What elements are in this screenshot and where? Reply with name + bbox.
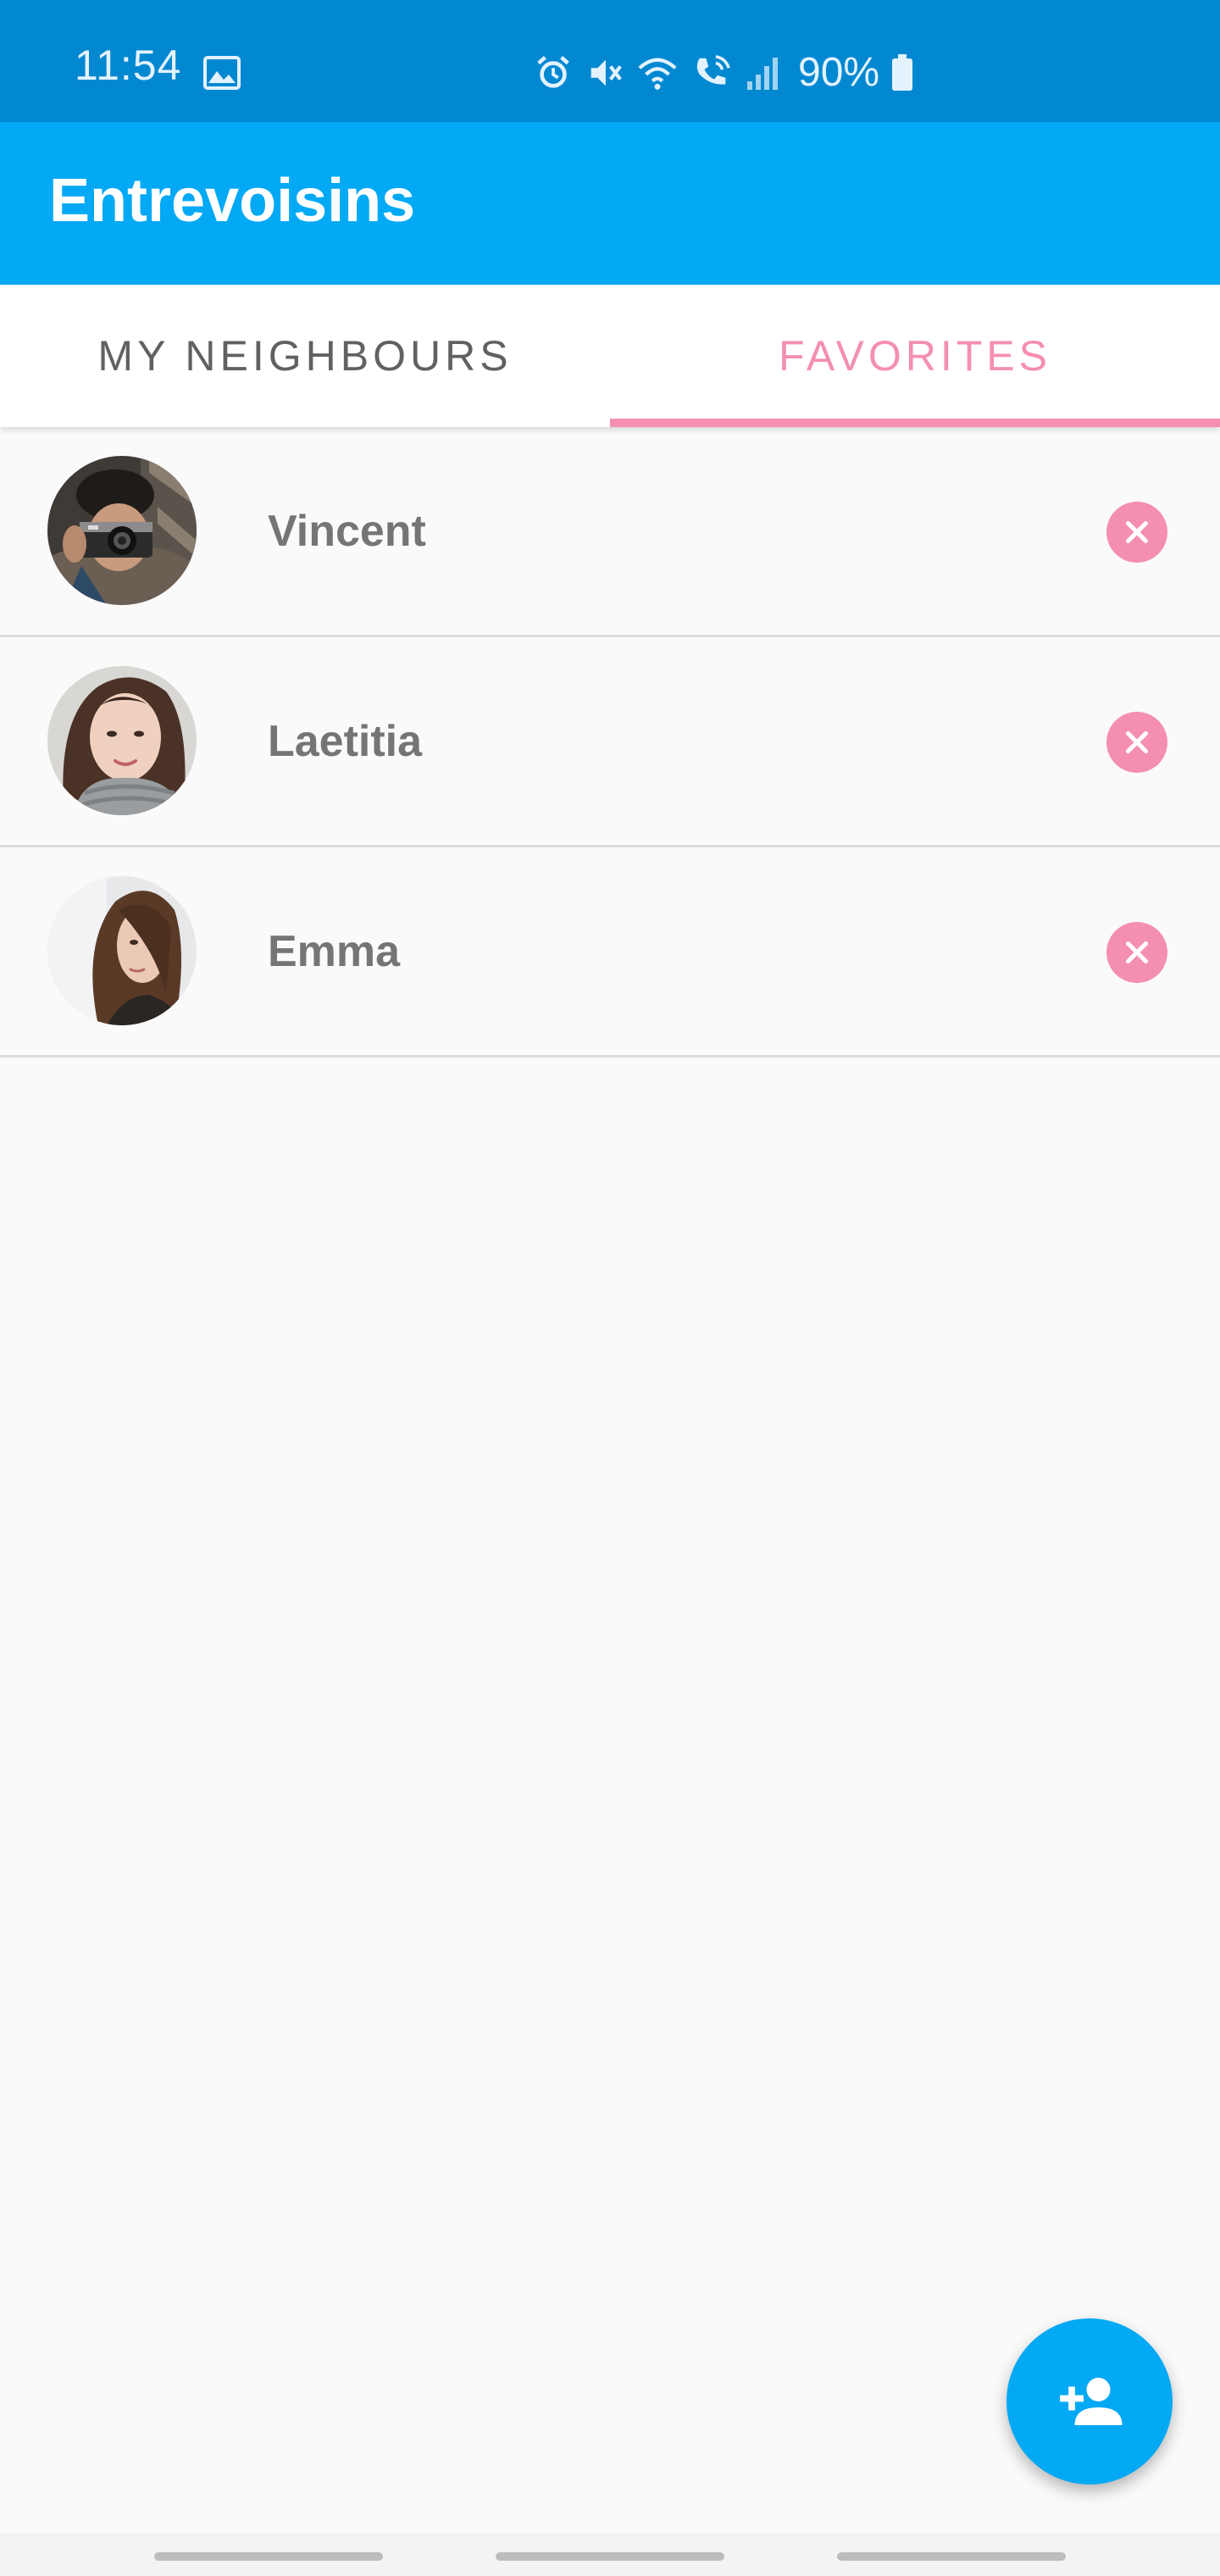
remove-favorite-button[interactable] [1106, 502, 1167, 563]
add-person-icon [1060, 2378, 1123, 2425]
remove-favorite-button[interactable] [1106, 712, 1167, 773]
tab-bar: MY NEIGHBOURS FAVORITES [0, 285, 1220, 427]
signal-icon [746, 54, 783, 92]
avatar-laetitia [47, 666, 197, 815]
tab-selected-indicator [610, 419, 1220, 427]
list-item-laetitia[interactable]: Laetitia [0, 637, 1220, 847]
status-icons: 90% [534, 49, 913, 97]
status-bar: 11:54 90% [0, 0, 1220, 122]
avatar-vincent [47, 456, 197, 605]
app-title: Entrevoisins [49, 167, 416, 235]
list-item-emma[interactable]: Emma [0, 847, 1220, 1058]
close-icon [1125, 520, 1149, 544]
wifi-call-icon [691, 53, 734, 92]
alarm-icon [534, 53, 573, 92]
avatar-emma [47, 876, 197, 1025]
nav-back-handle[interactable] [837, 2552, 1066, 2561]
favorites-list: Vincent Laetitia Emma [0, 427, 1220, 1058]
nav-home-handle[interactable] [496, 2552, 724, 2561]
status-time: 11:54 [75, 42, 182, 89]
battery-percentage: 90% [798, 50, 880, 95]
app-screen: 11:54 90% Entrevoisins MY NEIGHBOURS FAV… [0, 0, 1220, 2576]
neighbour-name: Emma [268, 927, 401, 976]
remove-favorite-button[interactable] [1106, 922, 1167, 983]
add-neighbour-button[interactable] [1006, 2318, 1173, 2484]
close-icon [1125, 941, 1149, 964]
battery-icon [891, 54, 913, 92]
navigation-bar [0, 2534, 1220, 2576]
close-icon [1125, 730, 1149, 754]
nav-recents-handle[interactable] [154, 2552, 383, 2561]
app-bar: Entrevoisins [0, 122, 1220, 285]
tab-favorites[interactable]: FAVORITES [610, 285, 1220, 427]
list-item-vincent[interactable]: Vincent [0, 427, 1220, 637]
mute-icon [585, 53, 624, 92]
neighbour-name: Laetitia [268, 717, 423, 766]
tab-my-neighbours[interactable]: MY NEIGHBOURS [0, 285, 610, 427]
gallery-icon [203, 56, 241, 94]
neighbour-name: Vincent [268, 507, 426, 556]
wifi-icon [635, 53, 679, 92]
